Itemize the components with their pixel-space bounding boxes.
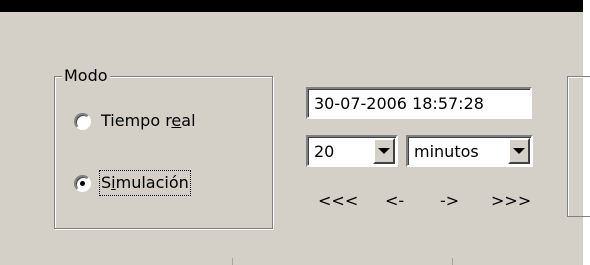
nav-next-button[interactable]: -> [440, 191, 459, 211]
mode-group-title: Modo [62, 65, 110, 87]
radio-dot-icon [80, 180, 85, 186]
divider [452, 258, 453, 265]
right-groupbox [567, 76, 590, 217]
nav-first-button[interactable]: <<< [318, 191, 358, 211]
amount-dropdown-button[interactable] [373, 138, 395, 164]
chevron-down-icon [378, 148, 390, 154]
datetime-input[interactable]: 30-07-2006 18:57:28 [306, 87, 532, 119]
radio-simulacion-label[interactable]: Simulación [99, 170, 191, 196]
radio-tiempo-real[interactable]: Tiempo real [74, 110, 196, 132]
radio-simulacion[interactable]: Simulación [74, 170, 191, 196]
divider [232, 258, 233, 265]
mode-groupbox [54, 76, 273, 229]
radio-unselected-icon[interactable] [74, 112, 91, 130]
interval-amount-select[interactable]: 20 [306, 135, 398, 167]
nav-prev-button[interactable]: <- [385, 191, 404, 211]
radio-tiempo-real-label[interactable]: Tiempo real [101, 110, 196, 132]
unit-dropdown-button[interactable] [508, 138, 530, 164]
interval-unit-value: minutos [414, 142, 479, 161]
chevron-down-icon [513, 148, 525, 154]
interval-amount-value: 20 [314, 142, 335, 161]
radio-selected-icon[interactable] [74, 174, 91, 192]
nav-last-button[interactable]: >>> [491, 191, 531, 211]
interval-unit-select[interactable]: minutos [406, 135, 533, 167]
window-top-edge [0, 0, 583, 12]
